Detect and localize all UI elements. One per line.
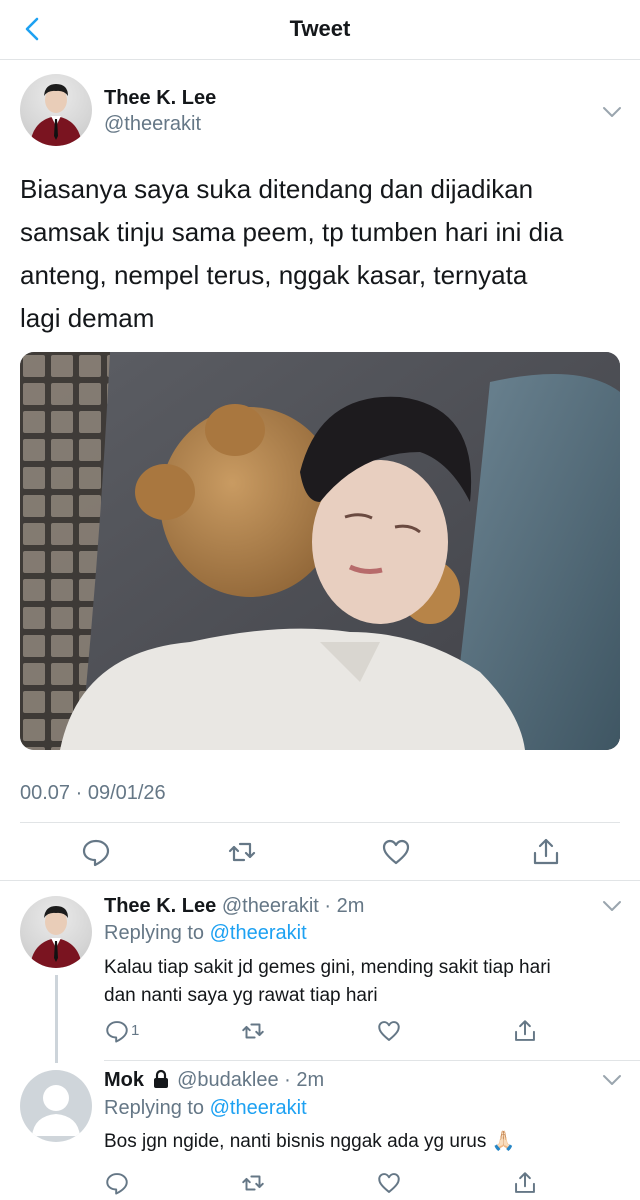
- reply-handle-time: @theerakit · 2m: [221, 895, 365, 917]
- reply-count: 1: [131, 1022, 140, 1039]
- reply-header: Thee K. Lee @theerakit · 2m: [104, 895, 364, 918]
- chevron-down-icon[interactable]: [600, 1068, 624, 1092]
- share-icon[interactable]: [512, 1170, 538, 1196]
- page-title: Tweet: [289, 16, 351, 41]
- reply-text: Kalau tiap sakit jd gemes gini, mending …: [104, 954, 624, 1010]
- heart-icon[interactable]: [376, 1018, 402, 1044]
- replying-to-link[interactable]: @theerakit: [210, 922, 307, 944]
- tweet-text-line: Biasanya saya suka ditendang dan dijadik…: [20, 174, 534, 204]
- replying-to: Replying to @theerakit: [104, 922, 307, 945]
- heart-icon[interactable]: [380, 836, 412, 868]
- reply-handle-time: @budaklee · 2m: [177, 1069, 325, 1091]
- reply-avatar[interactable]: [20, 896, 92, 968]
- tweet-timestamp: 00.07 · 09/01/26: [20, 782, 166, 804]
- reply-text-line: Bos jgn ngide, nanti bisnis nggak ada yg…: [104, 1131, 516, 1152]
- reply-avatar-default[interactable]: [20, 1070, 92, 1142]
- reply-author-name[interactable]: Mok: [104, 1069, 144, 1091]
- reply-author-name[interactable]: Thee K. Lee: [104, 895, 216, 917]
- thread-connector: [55, 975, 58, 1063]
- reply-icon[interactable]: [104, 1170, 130, 1196]
- tweet-text-line: lagi demam: [20, 303, 155, 333]
- retweet-icon[interactable]: [240, 1018, 266, 1044]
- reply-header: Mok @budaklee · 2m: [104, 1069, 324, 1092]
- share-icon[interactable]: [530, 836, 562, 868]
- tweet-text-line: samsak tinju sama peem, tp tumben hari i…: [20, 217, 564, 247]
- replying-to-link[interactable]: @theerakit: [210, 1097, 307, 1119]
- author-avatar[interactable]: [20, 74, 92, 146]
- navigation-header: Tweet: [0, 0, 640, 60]
- replying-label: Replying to: [104, 1097, 205, 1119]
- lock-icon: [152, 1069, 170, 1089]
- share-icon[interactable]: [512, 1018, 538, 1044]
- author-handle[interactable]: @theerakit: [104, 113, 201, 136]
- reply-text-line: dan nanti saya yg rawat tiap hari: [104, 985, 378, 1006]
- author-name[interactable]: Thee K. Lee: [104, 87, 216, 110]
- retweet-icon[interactable]: [240, 1170, 266, 1196]
- replying-to: Replying to @theerakit: [104, 1097, 307, 1120]
- retweet-icon[interactable]: [226, 836, 258, 868]
- reply-text-line: Kalau tiap sakit jd gemes gini, mending …: [104, 957, 551, 978]
- tweet-text: Biasanya saya suka ditendang dan dijadik…: [20, 168, 620, 340]
- divider: [0, 880, 640, 881]
- tweet-text-line: anteng, nempel terus, nggak kasar, terny…: [20, 260, 528, 290]
- replying-label: Replying to: [104, 922, 205, 944]
- tweet-photo[interactable]: [20, 352, 620, 750]
- divider: [104, 1060, 640, 1061]
- reply-icon[interactable]: [104, 1018, 130, 1044]
- divider: [20, 822, 620, 823]
- chevron-down-icon[interactable]: [600, 100, 624, 124]
- heart-icon[interactable]: [376, 1170, 402, 1196]
- reply-icon[interactable]: [80, 836, 112, 868]
- reply-text: Bos jgn ngide, nanti bisnis nggak ada yg…: [104, 1128, 624, 1156]
- chevron-down-icon[interactable]: [600, 894, 624, 918]
